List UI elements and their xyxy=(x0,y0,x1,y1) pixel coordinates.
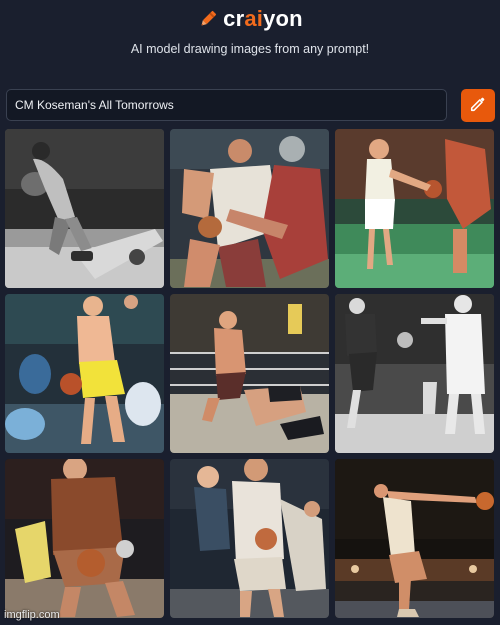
tagline: AI model drawing images from any prompt! xyxy=(130,42,370,56)
logo-prefix: cr xyxy=(223,6,245,31)
watermark: imgflip.com xyxy=(4,609,60,621)
result-image-2[interactable] xyxy=(170,129,329,288)
results-grid xyxy=(5,129,494,618)
result-image-5[interactable] xyxy=(170,294,329,453)
result-image-8[interactable] xyxy=(170,459,329,618)
result-image-3[interactable] xyxy=(335,129,494,288)
header: craiyon AI model drawing images from any… xyxy=(0,0,500,80)
result-image-6[interactable] xyxy=(335,294,494,453)
logo-text: craiyon xyxy=(223,6,303,32)
draw-button[interactable] xyxy=(461,89,495,122)
pencil-icon xyxy=(469,95,487,116)
prompt-bar xyxy=(6,89,496,123)
craiyon-logo[interactable]: craiyon xyxy=(0,6,500,32)
prompt-input[interactable] xyxy=(6,89,447,121)
logo-suffix: yon xyxy=(263,6,303,31)
result-image-9[interactable] xyxy=(335,459,494,618)
result-image-4[interactable] xyxy=(5,294,164,453)
logo-accent: ai xyxy=(244,6,264,31)
result-image-1[interactable] xyxy=(5,129,164,288)
result-image-7[interactable] xyxy=(5,459,164,618)
crayon-icon xyxy=(197,8,219,30)
